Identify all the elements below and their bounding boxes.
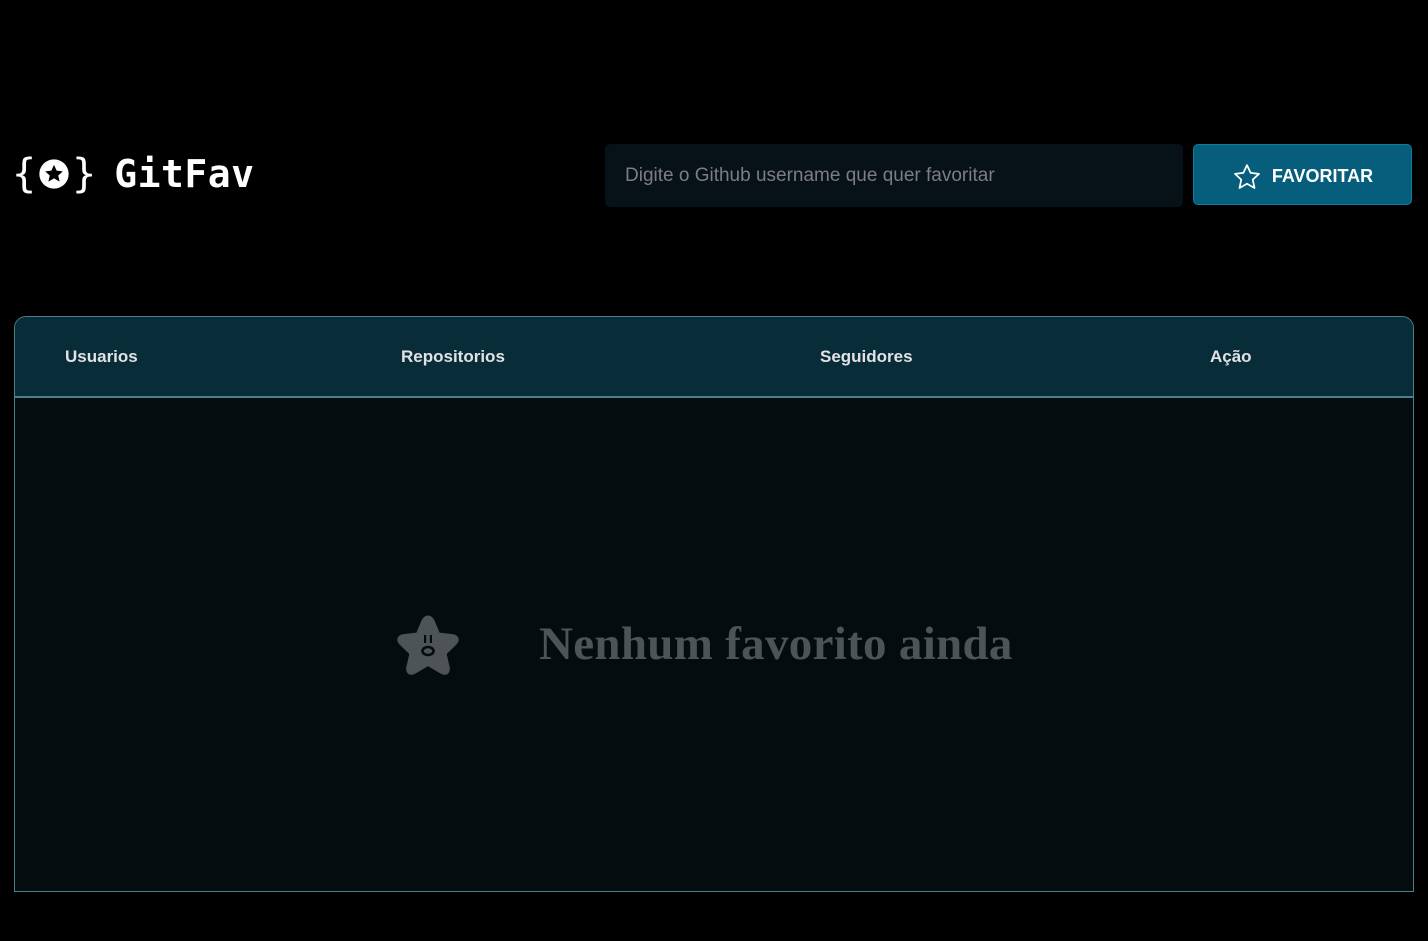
- logo-star-icon: [39, 159, 69, 189]
- column-header-users: Usuarios: [65, 347, 138, 366]
- search-input[interactable]: [605, 144, 1183, 207]
- empty-message: Nenhum favorito ainda: [539, 618, 1013, 670]
- logo-mark: { }: [12, 150, 96, 198]
- favorite-button-label: FAVORITAR: [1271, 166, 1374, 186]
- logo: { } GitFav: [12, 150, 254, 198]
- column-header-action: Ação: [1210, 347, 1252, 366]
- table-header: Usuarios Repositorios Seguidores Ação: [15, 317, 1413, 398]
- favorites-table: Usuarios Repositorios Seguidores Ação Ne…: [14, 316, 1414, 892]
- empty-state: Nenhum favorito ainda: [391, 609, 1013, 679]
- logo-text: GitFav: [114, 152, 255, 196]
- logo-right-brace: }: [72, 151, 97, 197]
- header: { } GitFav FAVORITAR: [0, 0, 1428, 260]
- favorite-button[interactable]: FAVORITAR: [1193, 144, 1412, 205]
- logo-left-brace: {: [12, 151, 37, 197]
- surprised-star-icon: [397, 615, 459, 675]
- column-header-followers: Seguidores: [820, 347, 913, 366]
- star-outline-icon: [1233, 163, 1260, 189]
- column-header-repositories: Repositorios: [401, 347, 505, 366]
